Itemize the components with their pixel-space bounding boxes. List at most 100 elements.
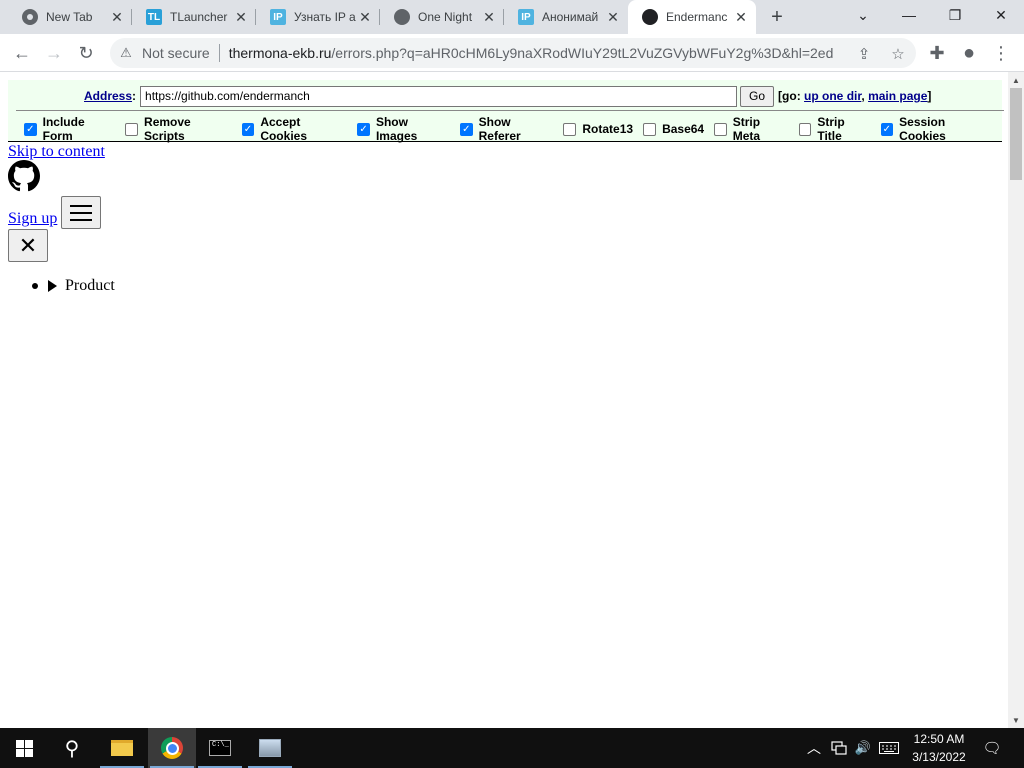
- option-label: Show Referer: [478, 115, 521, 143]
- option-include-form[interactable]: ✓ Include Form: [24, 115, 115, 143]
- option-label: Show Images: [375, 115, 418, 143]
- option-checkbox[interactable]: ✓: [460, 122, 473, 136]
- scroll-up-arrow-icon[interactable]: ▲: [1008, 72, 1024, 88]
- tab-one-night[interactable]: One Night ✕: [380, 0, 504, 34]
- option-checkbox[interactable]: [563, 122, 577, 136]
- chrome-icon: [22, 9, 38, 25]
- disclosure-triangle-icon[interactable]: [48, 280, 57, 292]
- option-checkbox[interactable]: [125, 122, 139, 136]
- notification-center-icon[interactable]: 🗨: [980, 728, 1004, 768]
- tab-endermanch[interactable]: Endermanc ✕: [628, 0, 756, 34]
- hamburger-line: [70, 211, 92, 214]
- close-tab-icon[interactable]: ✕: [480, 8, 498, 26]
- option-show-images[interactable]: ✓ Show Images: [357, 115, 450, 143]
- close-tab-icon[interactable]: ✕: [604, 8, 622, 26]
- file-explorer-button[interactable]: [98, 728, 146, 768]
- globe-icon: [394, 9, 410, 25]
- option-rotate13[interactable]: Rotate13: [563, 122, 633, 136]
- tab-new-tab[interactable]: New Tab ✕: [8, 0, 132, 34]
- search-icon[interactable]: ⚲: [48, 728, 96, 768]
- divider: [16, 110, 1004, 111]
- option-checkbox[interactable]: [643, 122, 657, 136]
- github-logo-icon[interactable]: [8, 160, 40, 192]
- show-hidden-icons[interactable]: ︿: [804, 728, 824, 768]
- option-accept-cookies[interactable]: ✓ Accept Cookies: [241, 115, 348, 143]
- address-row: Address: https://github.com/endermanch G…: [8, 84, 1002, 108]
- start-button[interactable]: [0, 728, 48, 768]
- option-label: Include Form: [42, 115, 85, 143]
- volume-icon[interactable]: 🔊: [852, 728, 874, 768]
- minimize-button[interactable]: —: [886, 0, 932, 30]
- tab-anonymizer[interactable]: IP Анонимай ✕: [504, 0, 628, 34]
- skip-to-content-link[interactable]: Skip to content: [8, 143, 105, 161]
- security-label[interactable]: Not secure: [142, 45, 210, 61]
- option-label: Strip Meta: [732, 115, 761, 143]
- product-summary[interactable]: Product: [65, 277, 115, 295]
- close-window-button[interactable]: ✕: [978, 0, 1024, 30]
- option-checkbox[interactable]: [714, 122, 727, 136]
- new-tab-button[interactable]: +: [766, 6, 788, 28]
- address-colon: :: [132, 89, 137, 103]
- hamburger-line: [70, 204, 92, 207]
- option-label: Remove Scripts: [144, 115, 191, 143]
- option-checkbox[interactable]: ✓: [357, 122, 370, 136]
- close-tab-icon[interactable]: ✕: [232, 8, 250, 26]
- close-tab-icon[interactable]: ✕: [108, 8, 126, 26]
- chrome-menu-icon[interactable]: ⋮: [988, 40, 1014, 66]
- tab-tlauncher[interactable]: TL TLauncher ✕: [132, 0, 256, 34]
- main-page-link[interactable]: main page: [868, 89, 927, 103]
- option-session-cookies[interactable]: ✓ Session Cookies: [880, 115, 992, 143]
- keyboard-icon[interactable]: [876, 728, 902, 768]
- not-secure-icon[interactable]: ⚠: [118, 45, 134, 61]
- github-icon: [642, 9, 658, 25]
- bookmark-star-icon[interactable]: ☆: [888, 44, 908, 64]
- monitor-taskbar-button[interactable]: [246, 728, 294, 768]
- option-strip-meta[interactable]: Strip Meta: [714, 115, 789, 143]
- chrome-icon: [161, 737, 183, 759]
- close-tab-icon[interactable]: ✕: [732, 8, 750, 26]
- tab-title: One Night: [418, 10, 473, 24]
- go-button[interactable]: Go: [740, 85, 775, 107]
- resource-monitor-icon: [259, 739, 281, 757]
- folder-icon: [111, 740, 133, 756]
- menu-toggle-button[interactable]: [61, 196, 101, 229]
- option-label: Accept Cookies: [260, 115, 307, 143]
- tab-search-icon[interactable]: ⌄: [840, 0, 886, 30]
- back-button[interactable]: ←: [9, 40, 35, 66]
- profile-avatar-icon[interactable]: ●: [956, 40, 982, 66]
- option-base64[interactable]: Base64: [643, 122, 704, 136]
- cmd-taskbar-button[interactable]: C:\_: [196, 728, 244, 768]
- ip-icon: IP: [518, 9, 534, 25]
- url-path: /errors.php?q=aHR0cHM6Ly9naXRodWIuY29tL2…: [331, 45, 834, 61]
- option-checkbox[interactable]: [798, 122, 812, 136]
- option-checkbox[interactable]: ✓: [241, 122, 255, 136]
- address-bar[interactable]: ⚠ Not secure thermona-ekb.ru /errors.php…: [110, 38, 916, 68]
- network-icon[interactable]: [828, 728, 850, 768]
- sign-up-link[interactable]: Sign up: [8, 210, 57, 228]
- up-one-dir-link[interactable]: up one dir: [804, 89, 861, 103]
- close-menu-button[interactable]: ✕: [8, 229, 48, 262]
- address-label[interactable]: Address: [84, 89, 132, 103]
- page-scrollbar[interactable]: ▲ ▼: [1008, 72, 1024, 728]
- scrollbar-thumb[interactable]: [1010, 88, 1022, 180]
- option-checkbox[interactable]: ✓: [880, 122, 894, 136]
- list-bullet: [32, 283, 38, 289]
- scroll-down-arrow-icon[interactable]: ▼: [1008, 712, 1024, 728]
- proxy-url-input[interactable]: https://github.com/endermanch: [140, 85, 738, 107]
- option-remove-scripts[interactable]: Remove Scripts: [125, 115, 231, 143]
- option-label: Base64: [662, 122, 705, 136]
- tab-ip-check[interactable]: IP Узнать IP а ✕: [256, 0, 380, 34]
- system-clock[interactable]: 12:50 AM 3/13/2022: [900, 730, 978, 766]
- tab-title: Узнать IP а: [294, 10, 356, 24]
- tab-title: TLauncher: [170, 10, 228, 24]
- extensions-icon[interactable]: ✚: [924, 40, 950, 66]
- option-checkbox[interactable]: ✓: [24, 122, 37, 136]
- forward-button[interactable]: →: [41, 40, 67, 66]
- option-show-referer[interactable]: ✓ Show Referer: [460, 115, 553, 143]
- maximize-button[interactable]: ❐: [932, 0, 978, 30]
- option-strip-title[interactable]: Strip Title: [798, 115, 871, 143]
- reload-button[interactable]: ↻: [73, 40, 99, 66]
- close-tab-icon[interactable]: ✕: [356, 8, 374, 26]
- chrome-taskbar-button[interactable]: [148, 728, 196, 768]
- share-icon[interactable]: ⇪: [854, 44, 874, 64]
